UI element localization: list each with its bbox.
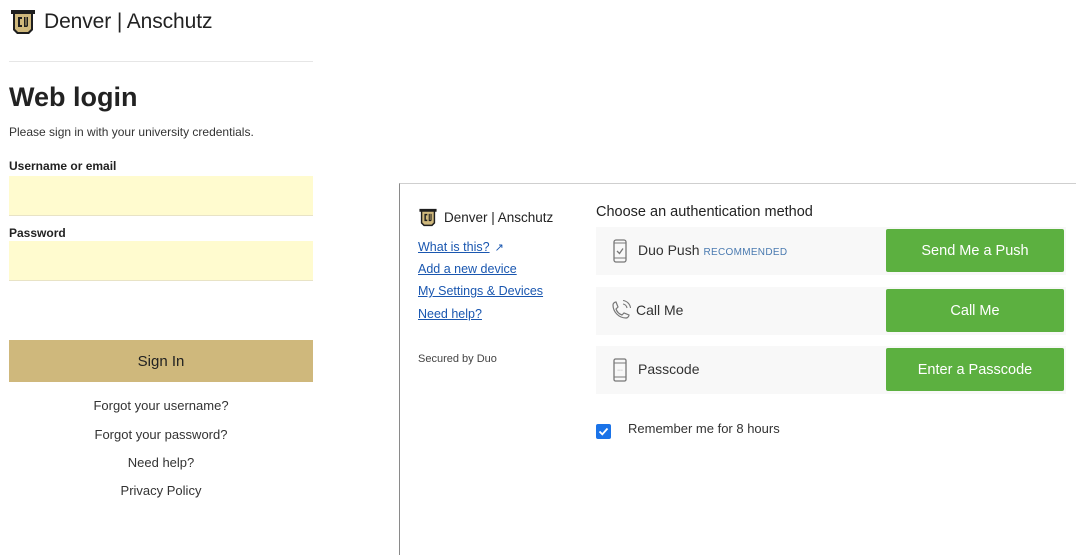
method-name: Passcode	[638, 361, 700, 377]
secured-by-duo: Secured by Duo	[418, 353, 497, 365]
brand-text: Denver | Anschutz	[44, 10, 213, 33]
page-title: Web login	[9, 82, 138, 112]
method-passcode: ··· Passcode Enter a Passcode	[596, 346, 1066, 394]
call-me-button[interactable]: Call Me	[886, 289, 1064, 332]
settings-devices-link[interactable]: My Settings & Devices	[418, 284, 543, 298]
method-call-me: Call Me Call Me	[596, 287, 1066, 335]
auth-method-heading: Choose an authentication method	[596, 204, 813, 220]
brand-header: Denver | Anschutz	[9, 9, 212, 35]
passcode-icon: ···	[610, 358, 630, 382]
duo-sidebar: Denver | Anschutz What is this? ↗︎ Add a …	[418, 208, 578, 365]
send-push-button[interactable]: Send Me a Push	[886, 229, 1064, 272]
cu-logo-icon	[418, 208, 438, 227]
what-is-this-link[interactable]: What is this? ↗︎	[418, 240, 504, 254]
sign-in-button[interactable]: Sign In	[9, 340, 313, 382]
username-field[interactable]	[9, 176, 313, 216]
method-name: Duo Push	[638, 242, 700, 258]
web-login-panel: Denver | Anschutz Web login Please sign …	[0, 0, 330, 554]
duo-auth-panel: Denver | Anschutz What is this? ↗︎ Add a …	[399, 183, 1076, 555]
forgot-username-link[interactable]: Forgot your username?	[9, 398, 313, 413]
phone-icon	[610, 239, 630, 263]
need-help-link[interactable]: Need help?	[9, 455, 313, 470]
username-label: Username or email	[9, 159, 117, 173]
password-label: Password	[9, 226, 66, 240]
method-label: Duo Push RECOMMENDED	[638, 242, 787, 258]
forgot-password-link[interactable]: Forgot your password?	[9, 427, 313, 442]
checkmark-icon	[598, 427, 609, 436]
enter-passcode-button[interactable]: Enter a Passcode	[886, 348, 1064, 391]
svg-text:···: ···	[617, 368, 623, 375]
duo-brand-text: Denver | Anschutz	[444, 210, 554, 225]
method-duo-push: Duo Push RECOMMENDED Send Me a Push	[596, 227, 1066, 275]
recommended-badge: RECOMMENDED	[703, 247, 788, 258]
password-field[interactable]	[9, 241, 313, 281]
header-divider	[9, 61, 313, 62]
add-device-link[interactable]: Add a new device	[418, 262, 517, 276]
privacy-policy-link[interactable]: Privacy Policy	[9, 483, 313, 498]
page-subtitle: Please sign in with your university cred…	[9, 125, 254, 139]
remember-me-row: Remember me for 8 hours	[596, 418, 780, 439]
cu-logo-icon	[9, 9, 37, 35]
what-is-this-label: What is this?	[418, 240, 490, 254]
remember-me-label: Remember me for 8 hours	[628, 421, 780, 436]
remember-me-checkbox[interactable]	[596, 424, 611, 439]
duo-brand: Denver | Anschutz	[418, 208, 578, 227]
phone-call-icon	[610, 299, 632, 323]
duo-need-help-link[interactable]: Need help?	[418, 307, 482, 321]
method-name: Call Me	[636, 302, 684, 318]
external-link-icon: ↗︎	[494, 242, 504, 254]
